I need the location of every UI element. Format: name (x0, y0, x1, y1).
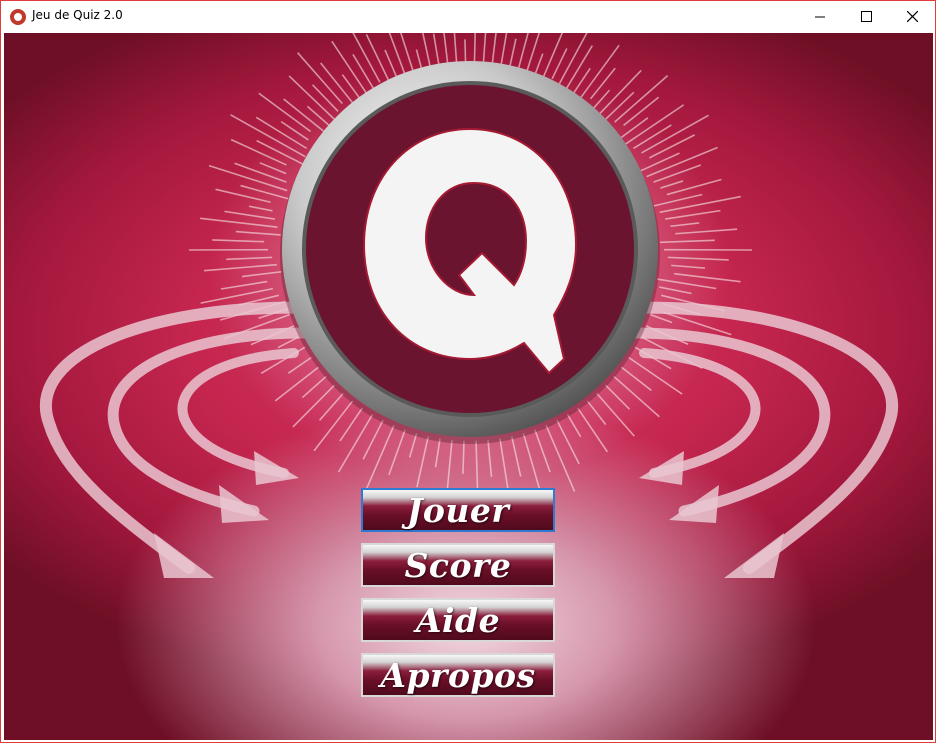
main-menu-screen: Jouer Score Aide Apropos (4, 33, 933, 740)
quiz-logo (280, 61, 660, 444)
arrow-head-left-inner (254, 451, 299, 485)
spark-ray (464, 39, 467, 64)
maximize-icon (860, 11, 872, 22)
arrow-head-right-middle (669, 485, 719, 523)
spark-ray (297, 52, 343, 105)
arrow-head-left-outer (154, 533, 214, 578)
spark-ray (508, 38, 517, 68)
window-title: Jeu de Quiz 2.0 (32, 8, 123, 22)
app-window: Jeu de Quiz 2.0 Jouer Score Aide Apropos (0, 0, 936, 743)
arrow-head-right-outer (724, 533, 784, 578)
help-button[interactable]: Aide (361, 598, 555, 642)
spark-ray (462, 440, 465, 474)
close-icon (906, 11, 918, 22)
close-button[interactable] (889, 1, 935, 32)
title-bar[interactable]: Jeu de Quiz 2.0 (1, 1, 935, 32)
play-button[interactable]: Jouer (361, 488, 555, 532)
maximize-button[interactable] (843, 1, 889, 32)
spark-ray (415, 49, 423, 70)
arrow-head-left-middle (219, 485, 269, 523)
score-button[interactable]: Score (361, 543, 555, 587)
quiz-app-icon (10, 9, 26, 25)
minimize-button[interactable] (797, 1, 843, 32)
about-button[interactable]: Apropos (361, 653, 555, 697)
spark-ray (541, 33, 564, 80)
minimize-icon (815, 16, 825, 17)
arrow-head-right-inner (639, 451, 684, 485)
spark-ray (352, 33, 381, 83)
